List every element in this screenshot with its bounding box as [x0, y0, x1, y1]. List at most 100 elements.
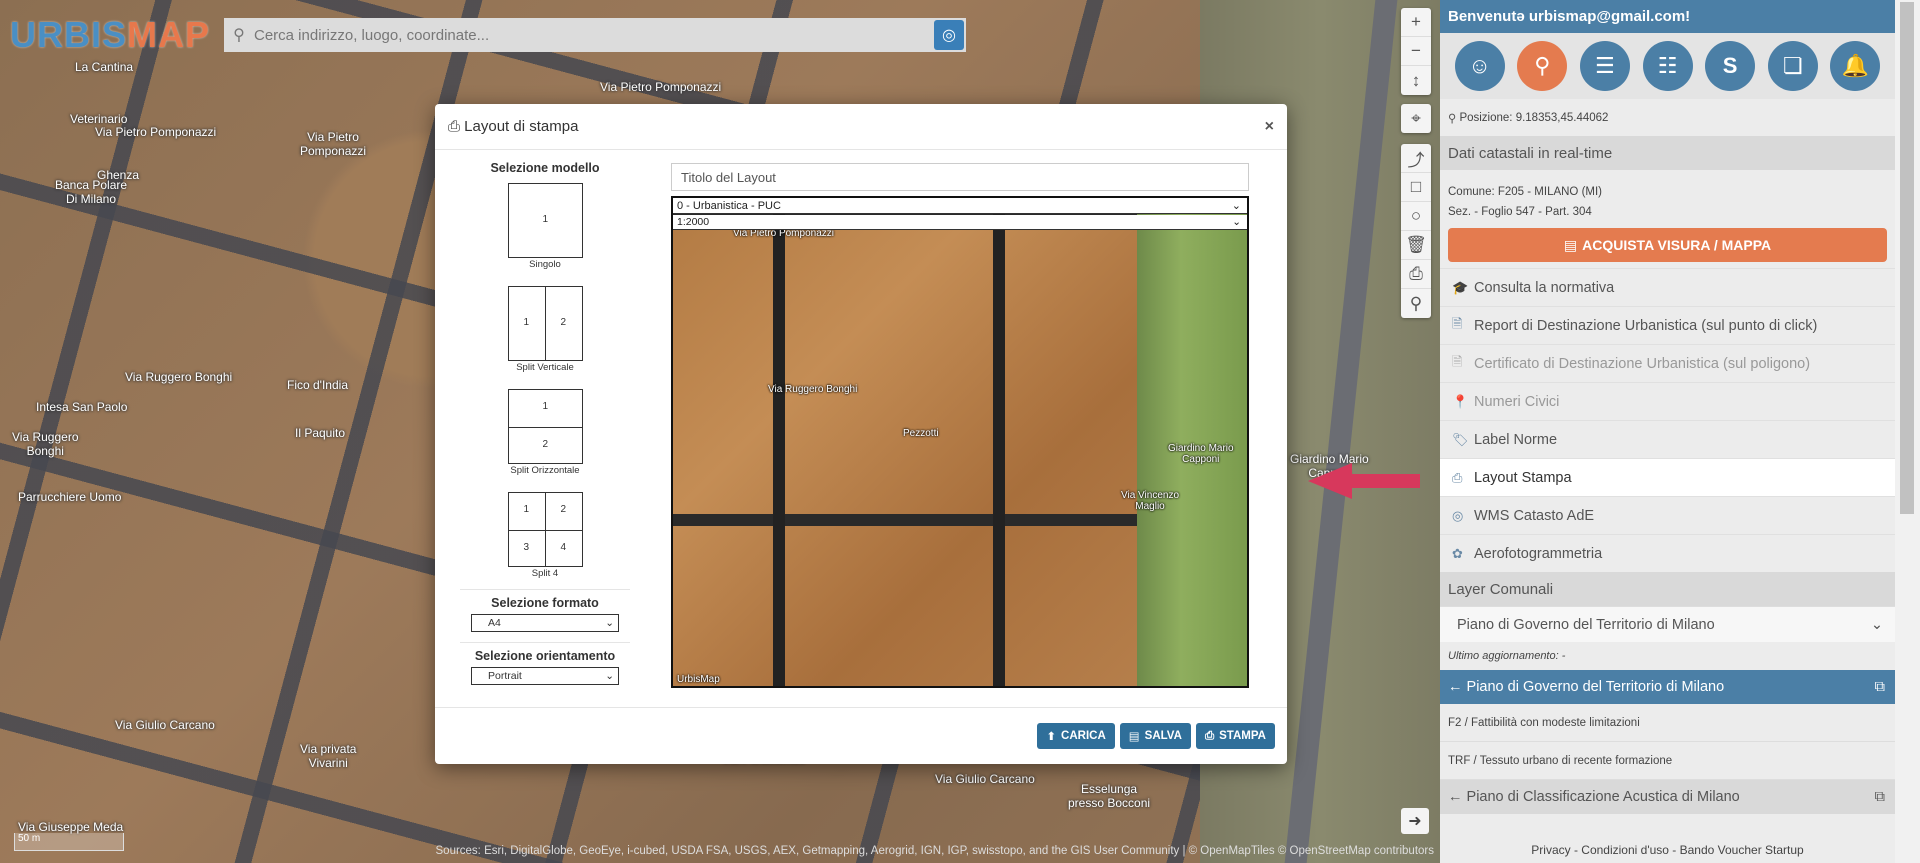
- chevron-down-icon: ⌄: [1232, 216, 1241, 228]
- map-label: La Cantina: [75, 60, 134, 74]
- external-link-icon[interactable]: ⧉: [1875, 789, 1885, 805]
- arrow-left-icon: ←: [1448, 789, 1467, 805]
- contacts-button[interactable]: ☷: [1642, 41, 1693, 91]
- layer-select-value: Piano di Governo del Territorio di Milan…: [1457, 616, 1715, 633]
- menu-item-label-norme[interactable]: 🏷 Label Norme: [1440, 420, 1895, 458]
- graduation-icon: 🎓: [1452, 279, 1469, 295]
- printer-icon: ⎙: [1409, 264, 1423, 283]
- template-hsplit[interactable]: 1 2: [507, 389, 583, 464]
- globe-icon: ◎: [942, 27, 956, 44]
- delete-button[interactable]: 🗑: [1401, 231, 1431, 260]
- layer-dropdown[interactable]: 0 - Urbanistica - PUC ⌄: [673, 198, 1247, 214]
- plan-acoustic-title: Piano di Classificazione Acustica di Mil…: [1466, 789, 1740, 805]
- pin-icon: 📍: [1452, 393, 1469, 409]
- panel-icon-bar: ☺ ⚲ ☰ ☷ S ❏ 🔔: [1440, 33, 1895, 99]
- globe-button[interactable]: ◎: [934, 20, 964, 50]
- search-bar[interactable]: ⚲: [224, 18, 966, 52]
- map-label: Via Ruggero Bonghi: [12, 430, 79, 458]
- measure-line-button[interactable]: ⤴: [1401, 144, 1431, 173]
- zoom-out-button[interactable]: −: [1401, 37, 1431, 66]
- menu-item-report-di-destinazione-urbanistica-sul-punto-di-click[interactable]: 🗎 Report di Destinazione Urbanistica (sul…: [1440, 306, 1895, 344]
- collapse-panel-button[interactable]: ➜: [1401, 808, 1429, 834]
- cell-number: 2: [560, 504, 567, 515]
- modal-footer: ⬆ CARICA ▤ SALVA ⎙ STAMPA: [435, 707, 1287, 764]
- profile-button[interactable]: ☺: [1454, 41, 1505, 91]
- close-icon[interactable]: ×: [1265, 118, 1274, 136]
- map-label: Veterinario: [70, 112, 128, 126]
- cell-number: 4: [560, 542, 567, 553]
- template-split4[interactable]: 1 2 3 4: [507, 492, 583, 567]
- draw-circle-button[interactable]: ○: [1401, 202, 1431, 231]
- map-label: Fico d'India: [287, 378, 348, 392]
- menu-item-numeri-civici[interactable]: 📍 Numeri Civici: [1440, 382, 1895, 420]
- plan-pgt-header[interactable]: ← Piano di Governo del Territorio di Mil…: [1440, 670, 1895, 704]
- load-button[interactable]: ⬆ CARICA: [1037, 723, 1115, 749]
- upload-icon: ⬆: [1046, 731, 1057, 743]
- print-tool-button[interactable]: ⎙: [1401, 260, 1431, 289]
- user-icon: ☺: [1468, 53, 1491, 78]
- search-input[interactable]: [254, 26, 954, 44]
- cell-number: 1: [523, 317, 530, 328]
- format-heading: Selezione formato: [491, 596, 599, 610]
- orientation-heading: Selezione orientamento: [474, 649, 616, 663]
- buy-visura-button[interactable]: ▤ ACQUISTA VISURA / MAPPA: [1448, 228, 1887, 262]
- menu-item-consulta-la-normativa[interactable]: 🎓 Consulta la normativa: [1440, 268, 1895, 306]
- notifications-button[interactable]: 🔔: [1830, 41, 1881, 91]
- locate-button[interactable]: ⌖: [1401, 104, 1431, 133]
- modal-title: ⎙ Layout di stampa: [448, 118, 579, 135]
- menu-item-wms-catasto-ade[interactable]: ◎ WMS Catasto AdE: [1440, 496, 1895, 534]
- print-button[interactable]: ⎙ STAMPA: [1195, 723, 1275, 749]
- map-label: Parrucchiere Uomo: [18, 490, 122, 504]
- urbismap-logo[interactable]: URBISMAP: [10, 14, 210, 56]
- save-button[interactable]: ▤ SALVA: [1119, 723, 1191, 749]
- printer-icon: ⎙: [1204, 729, 1215, 742]
- menu-item-label: Label Norme: [1474, 431, 1558, 448]
- plan-acoustic-header[interactable]: ← Piano di Classificazione Acustica di M…: [1440, 780, 1895, 814]
- scrollbar-thumb[interactable]: [1900, 2, 1914, 514]
- map-label: Il Paquito: [295, 426, 346, 440]
- menu-item-aerofotogrammetria[interactable]: ✿ Aerofotogrammetria: [1440, 534, 1895, 572]
- pin-tool-button[interactable]: ⚲: [1401, 289, 1431, 318]
- menu-item-certificato-di-destinazione-urbanistica-sul-poligono[interactable]: 🗎 Certificato di Destinazione Urbanistica…: [1440, 344, 1895, 382]
- layers-button[interactable]: ☰: [1579, 41, 1630, 91]
- location-button[interactable]: ⚲: [1517, 41, 1568, 91]
- template-vsplit[interactable]: 1 2: [507, 286, 583, 361]
- cell-number: 1: [542, 214, 549, 225]
- external-link-icon[interactable]: ⧉: [1875, 679, 1885, 695]
- last-update: Ultimo aggiornamento: -: [1448, 650, 1566, 662]
- map-label: Intesa San Paolo: [36, 400, 128, 414]
- ruler-icon: ⤴: [1407, 150, 1425, 170]
- template-single[interactable]: 1: [507, 183, 583, 258]
- reset-north-button[interactable]: ↕: [1401, 66, 1431, 95]
- panel-scrollbar[interactable]: [1895, 0, 1920, 863]
- windows-icon: ❏: [1782, 53, 1803, 78]
- sezione-text: Sez. - Foglio 547 - Part. 304: [1448, 206, 1592, 218]
- layer-select[interactable]: Piano di Governo del Territorio di Milan…: [1440, 606, 1895, 642]
- footer-links[interactable]: Privacy - Condizioni d'uso - Bando Vouch…: [1440, 843, 1895, 857]
- layout-title-input[interactable]: Titolo del Layout: [671, 163, 1249, 191]
- map-preview[interactable]: Via Pietro Pomponazzi Via Ruggero Bonghi P…: [671, 196, 1249, 688]
- scale-dropdown[interactable]: 1:2000 ⌄: [673, 215, 1247, 230]
- map-label: Esselunga presso Bocconi: [1068, 782, 1151, 810]
- trash-icon: 🗑: [1405, 235, 1427, 254]
- plan-row: F2 / Fattibilità con modeste limitazioni: [1440, 704, 1895, 742]
- menu-item-label: Numeri Civici: [1474, 393, 1560, 410]
- menu-item-layout-stampa[interactable]: ⎙ Layout Stampa: [1440, 458, 1895, 496]
- position-text: Posizione: 9.18353,45.44062: [1459, 111, 1609, 124]
- cell-number: 2: [560, 317, 567, 328]
- orientation-select[interactable]: Portrait ⌄: [471, 667, 619, 685]
- chevron-down-icon: ⌄: [1231, 200, 1241, 212]
- windows-button[interactable]: ❏: [1767, 41, 1818, 91]
- draw-polygon-button[interactable]: □: [1401, 173, 1431, 202]
- highlight-arrow: [1308, 463, 1420, 499]
- tools-menu: 🎓 Consulta la normativa 🗎 Report di Destina…: [1440, 268, 1895, 572]
- pricing-button[interactable]: S: [1705, 41, 1756, 91]
- card-icon: ▤: [1563, 236, 1578, 253]
- locate-controls: ⌖: [1401, 104, 1431, 133]
- format-select[interactable]: A4 ⌄: [471, 614, 619, 632]
- zoom-in-button[interactable]: +: [1401, 8, 1431, 37]
- chevron-down-icon: ⌄: [605, 617, 614, 629]
- file-icon: 🗎: [1452, 353, 1463, 369]
- cell-number: 1: [523, 504, 530, 515]
- map-label: Via Pietro Pomponazzi: [95, 125, 217, 139]
